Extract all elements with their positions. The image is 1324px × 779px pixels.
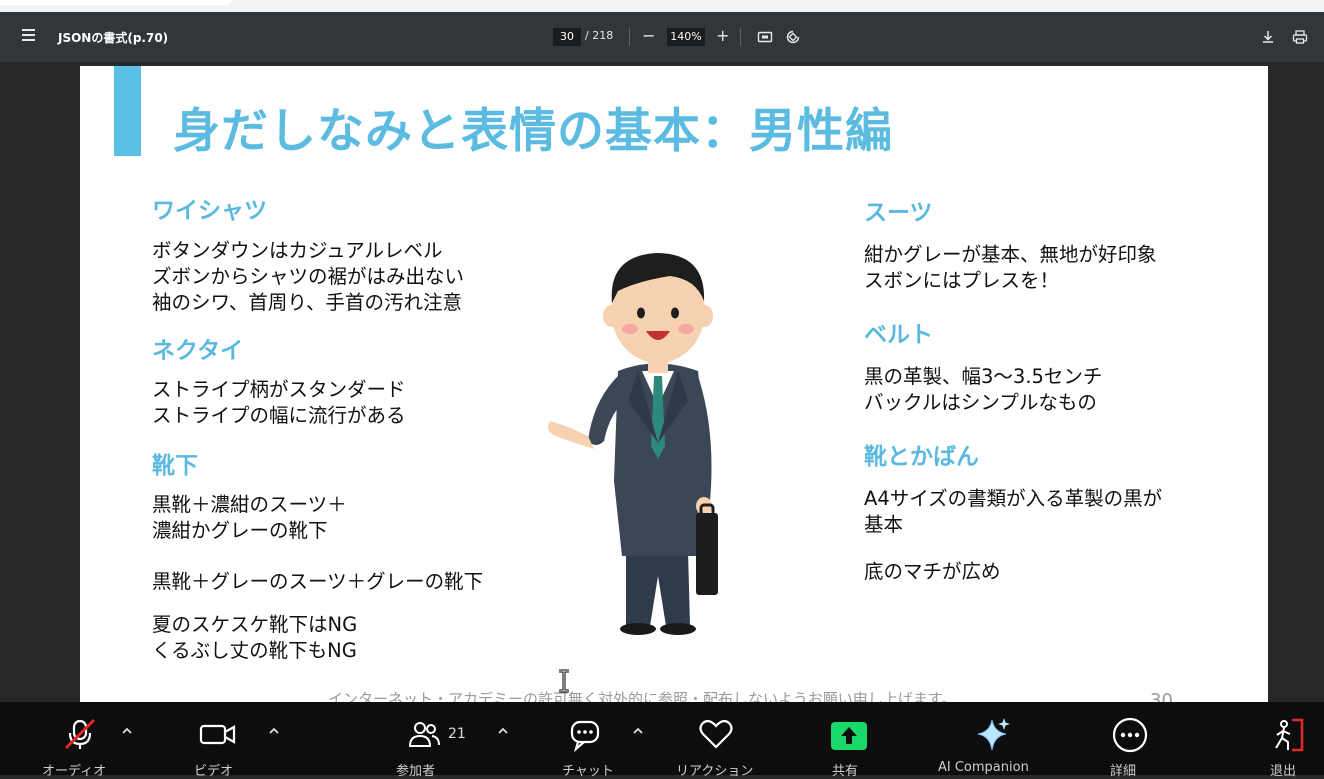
slide-footer: インターネット・アカデミーの許可無く対外的に参照・配布しないようお願い申し上げま… (328, 690, 957, 702)
heading-suit: スーツ (864, 200, 933, 226)
chat-options-caret[interactable] (632, 726, 644, 736)
toolbar-divider (740, 28, 741, 46)
audio-label: オーディオ (42, 764, 107, 779)
participants-icon[interactable] (406, 716, 442, 752)
suit-text: 紺かグレーが基本、無地が好印象 スボンにはプレスを！ (864, 242, 1157, 294)
heading-necktie: ネクタイ (152, 338, 244, 364)
share-label: 共有 (832, 764, 859, 779)
text-line: 袖のシワ、首周り、手首の汚れ注意 (152, 291, 463, 314)
heading-socks: 靴下 (152, 453, 198, 479)
chat-label: チャット (562, 764, 614, 779)
shoes-bag-text: A4サイズの書類が入る革製の黒が 基本 (864, 486, 1162, 538)
bag-gusset-text: 底のマチが広め (864, 560, 1001, 583)
reactions-label: リアクション (676, 764, 754, 779)
text-line: 紺かグレーが基本、無地が好印象 (864, 243, 1157, 266)
share-arrow-icon (841, 727, 857, 744)
text-line: 夏のスケスケ靴下はNG (152, 613, 358, 636)
pdf-toolbar: JSONの書式(p.70) 30 / 218 − 140% + (0, 12, 1324, 62)
ai-companion-label: AI Companion (938, 760, 1029, 775)
participants-options-caret[interactable] (497, 726, 509, 736)
document-canvas[interactable]: 身だしなみと表情の基本：男性編 ワイシャツ ボタンダウンはカジュアルレベル ズボ… (0, 62, 1324, 702)
slide-title: 身だしなみと表情の基本：男性編 (173, 104, 893, 159)
participants-label: 参加者 (396, 764, 436, 779)
total-pages: / 218 (585, 29, 614, 42)
text-cursor-icon (559, 669, 569, 693)
heart-icon[interactable] (697, 716, 735, 752)
meeting-control-bar: オーディオ ビデオ 21 参加者 チャット リアクション 共有 AI Compa… (0, 702, 1324, 779)
socks-gray-text: 黒靴＋グレーのスーツ＋グレーの靴下 (152, 570, 484, 593)
text-line: ズボンからシャツの裾がはみ出ない (152, 265, 465, 288)
print-icon[interactable] (1292, 29, 1308, 45)
socks-text: 黒靴＋濃紺のスーツ＋ 濃紺かグレーの靴下 (152, 492, 347, 544)
text-line: 濃紺かグレーの靴下 (152, 519, 328, 542)
page-number-input[interactable]: 30 (553, 28, 581, 46)
more-label: 詳細 (1110, 764, 1137, 779)
document-title: JSONの書式(p.70) (58, 31, 169, 45)
browser-tab-edge (0, 0, 232, 5)
text-line: ストライプ柄がスタンダード (152, 378, 406, 401)
text-line: 黒の革製、幅3～3.5センチ (864, 365, 1103, 388)
browser-top-strip (0, 0, 1324, 12)
chat-icon[interactable] (568, 716, 604, 752)
leave-icon[interactable] (1268, 716, 1308, 754)
text-line: ストライプの幅に流行がある (152, 404, 406, 427)
rotate-icon[interactable] (785, 29, 801, 45)
text-line: ボタンダウンはカジュアルレベル (152, 239, 443, 262)
text-line: バックルはシンプルなもの (864, 391, 1097, 414)
heading-belt: ベルト (864, 322, 933, 348)
slide-page-number: 30 (1150, 690, 1173, 702)
zoom-out-button[interactable]: − (642, 26, 655, 45)
socks-ng-text: 夏のスケスケ靴下はNG くるぶし丈の靴下もNG (152, 612, 357, 664)
shirt-text: ボタンダウンはカジュアルレベル ズボンからシャツの裾がはみ出ない 袖のシワ、首周… (152, 238, 464, 316)
leave-label: 退出 (1270, 764, 1297, 779)
text-line: 基本 (864, 513, 904, 536)
menu-icon[interactable] (22, 29, 38, 45)
audio-options-caret[interactable] (121, 726, 133, 736)
microphone-muted-icon[interactable] (62, 716, 98, 752)
heading-shirt: ワイシャツ (152, 198, 267, 224)
video-options-caret[interactable] (268, 726, 280, 736)
share-button[interactable] (831, 722, 867, 750)
heading-shoes-bag: 靴とかばん (864, 444, 979, 470)
text-line: A4サイズの書類が入る革製の黒が (864, 487, 1163, 510)
participants-count: 21 (448, 726, 466, 742)
zoom-input[interactable]: 140% (667, 28, 705, 46)
toolbar-divider (629, 28, 630, 46)
fit-page-icon[interactable] (757, 29, 773, 45)
necktie-text: ストライプ柄がスタンダード ストライプの幅に流行がある (152, 377, 406, 429)
text-line: 黒靴＋濃紺のスーツ＋ (152, 493, 347, 516)
camera-icon[interactable] (198, 716, 238, 752)
belt-text: 黒の革製、幅3～3.5センチ バックルはシンプルなもの (864, 364, 1102, 416)
businessman-illustration (548, 253, 718, 635)
video-label: ビデオ (194, 764, 234, 779)
text-line: くるぶし丈の靴下もNG (152, 639, 357, 662)
slide-page: 身だしなみと表情の基本：男性編 ワイシャツ ボタンダウンはカジュアルレベル ズボ… (80, 66, 1268, 702)
sparkle-icon[interactable] (974, 716, 1012, 754)
more-dots-icon[interactable] (1111, 716, 1149, 754)
text-line: スボンにはプレスを！ (864, 269, 1060, 292)
title-accent-bar (114, 66, 141, 156)
download-icon[interactable] (1260, 29, 1276, 45)
zoom-in-button[interactable]: + (716, 26, 729, 45)
